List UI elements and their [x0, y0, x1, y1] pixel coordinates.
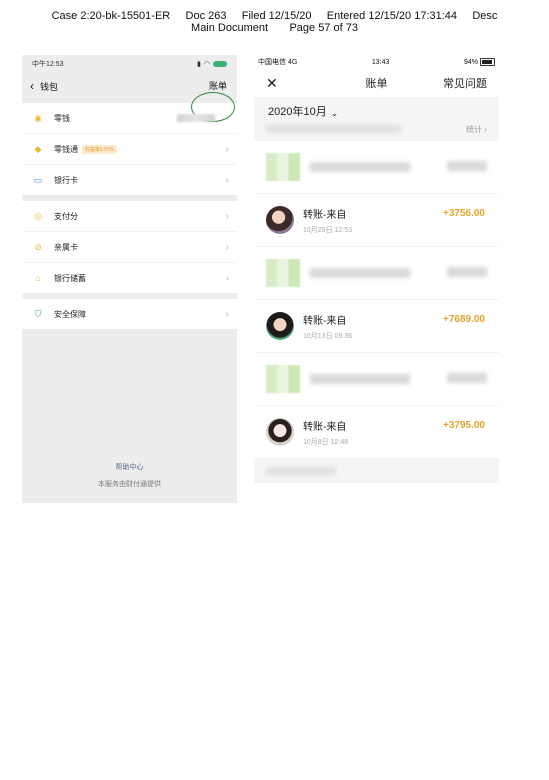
redacted-month-footer [254, 459, 499, 483]
wallet-item-lqt[interactable]: ◆ 零钱通 收益率1.97% › [22, 134, 237, 165]
wallet-item-bank-savings[interactable]: ⌂ 银行储蓄 › [22, 263, 237, 293]
wallet-item-label: 安全保障 [54, 309, 86, 319]
transaction-title: 转账-来自 [303, 315, 347, 327]
redacted-transaction [254, 247, 499, 300]
chevron-down-icon: ⌄ [330, 108, 339, 118]
transaction-date: 10月8日 12:48 [303, 438, 349, 446]
help-center-link[interactable]: 帮助中心 [22, 462, 237, 472]
faq-button[interactable]: 常见问题 [443, 75, 487, 91]
status-icons: ▮ ◠ [197, 60, 227, 68]
wallet-item-label: 银行卡 [54, 175, 78, 185]
service-note: 本服务由财付通提供 [98, 481, 161, 488]
transaction-row[interactable]: 转账-来自 10月13日 09:36 +7689.00 [254, 300, 499, 353]
redacted-text [310, 162, 410, 172]
yield-badge: 收益率1.97% [82, 144, 118, 154]
wallet-item-change[interactable]: ◉ 零钱 › [22, 103, 237, 134]
bill-screenshot: 中国电信 4G 13:43 94% ✕ 账单 常见问题 2020年10月 ⌄ 统… [254, 55, 499, 493]
bill-button[interactable]: 账单 [209, 79, 227, 92]
transaction-row[interactable]: 转账-来自 10月29日 12:53 +3756.00 [254, 194, 499, 247]
bill-nav-bar: ✕ 账单 常见问题 [254, 69, 499, 97]
chevron-right-icon: › [225, 308, 229, 320]
close-icon[interactable]: ✕ [266, 75, 278, 92]
wallet-item-label: 零钱通 [54, 144, 78, 154]
battery-status: 94% [464, 58, 495, 66]
wallet-item-family-card[interactable]: ⊘ 亲属卡 › [22, 232, 237, 263]
shield-icon: ⛉ [34, 308, 42, 319]
wallet-screenshot: 中午12:53 ▮ ◠ ‹ 钱包 账单 ◉ 零钱 › ◆ 零钱通 收益率1.97… [22, 55, 237, 503]
wallet-item-pay-score[interactable]: ◎ 支付分 › [22, 201, 237, 232]
month-selector[interactable]: 2020年10月 ⌄ [254, 97, 499, 119]
chevron-right-icon: › [225, 174, 229, 186]
signal-icon: ▮ [197, 61, 201, 68]
wallet-item-label: 零钱 [54, 113, 70, 123]
stats-link[interactable]: 统计 › [466, 124, 487, 135]
transaction-info: 转账-来自 10月29日 12:53 [303, 206, 352, 235]
case-header-line1: Case 2:20-bk-15501-ER Doc 263 Filed 12/1… [51, 10, 498, 22]
redacted-amount [447, 267, 487, 277]
redacted-text [266, 467, 336, 475]
status-bar: 中国电信 4G 13:43 94% [254, 55, 499, 69]
redacted-text [310, 374, 410, 384]
transaction-title: 转账-来自 [303, 209, 347, 221]
avatar [266, 206, 294, 234]
transaction-info: 转账-来自 10月8日 12:48 [303, 418, 348, 447]
battery-icon [213, 61, 227, 67]
avatar [266, 312, 294, 340]
wallet-item-security[interactable]: ⛉ 安全保障 › [22, 299, 237, 329]
wifi-icon: ◠ [203, 61, 210, 68]
chevron-right-icon: › [225, 241, 229, 253]
wallet-item-label: 银行储蓄 [54, 273, 86, 283]
wallet-footer: 帮助中心 本服务由财付通提供 [22, 462, 237, 489]
redacted-avatar [266, 259, 300, 287]
month-summary: 统计 › [254, 119, 499, 141]
redacted-amount [447, 161, 487, 171]
coin-icon: ◉ [34, 112, 42, 123]
wallet-nav-bar: ‹ 钱包 账单 [22, 73, 237, 122]
bank-icon: ⌂ [35, 273, 41, 283]
diamond-icon: ◆ [34, 143, 42, 154]
back-icon[interactable]: ‹ [30, 79, 34, 93]
transaction-row[interactable]: 转账-来自 10月8日 12:48 +3795.00 [254, 406, 499, 459]
transaction-info: 转账-来自 10月13日 09:36 [303, 312, 352, 341]
family-card-icon: ⊘ [34, 241, 42, 252]
status-time: 13:43 [371, 58, 390, 66]
redacted-avatar [266, 365, 300, 393]
transaction-date: 10月29日 12:53 [303, 226, 353, 234]
chevron-right-icon: › [225, 143, 229, 155]
month-label: 2020年10月 [268, 106, 327, 118]
wallet-item-label: 支付分 [54, 211, 78, 221]
redacted-text [310, 268, 410, 278]
card-icon: ▭ [33, 174, 43, 185]
redacted-transaction [254, 141, 499, 194]
status-time: 中午12:53 [32, 61, 64, 68]
wallet-item-label: 亲属卡 [54, 242, 78, 252]
redacted-avatar [266, 153, 300, 181]
chevron-right-icon: › [225, 210, 229, 222]
wallet-title: 钱包 [40, 81, 59, 92]
wallet-item-bank-card[interactable]: ▭ 银行卡 › [22, 165, 237, 195]
case-header-line2: Main Document Page 57 of 73 [191, 22, 358, 34]
transaction-amount: +7689.00 [443, 314, 485, 325]
bill-title: 账单 [365, 78, 388, 90]
transaction-title: 转账-来自 [303, 421, 347, 433]
redacted-balance [177, 114, 215, 122]
redacted-transaction [254, 353, 499, 406]
status-bar: 中午12:53 ▮ ◠ [22, 55, 237, 73]
transaction-amount: +3756.00 [443, 208, 485, 219]
chevron-right-icon: › [225, 272, 229, 284]
redacted-summary [266, 125, 401, 133]
chevron-right-icon: › [225, 112, 229, 124]
avatar [266, 418, 294, 446]
carrier-label: 中国电信 4G [258, 59, 298, 66]
battery-icon [479, 58, 495, 66]
wallet-group-1: ◉ 零钱 › ◆ 零钱通 收益率1.97% › ▭ 银行卡 › [22, 103, 237, 195]
wallet-group-3: ⛉ 安全保障 › [22, 299, 237, 329]
transaction-amount: +3795.00 [443, 420, 485, 431]
wallet-group-2: ◎ 支付分 › ⊘ 亲属卡 › ⌂ 银行储蓄 › [22, 201, 237, 293]
transaction-date: 10月13日 09:36 [303, 332, 353, 340]
score-icon: ◎ [34, 210, 42, 221]
redacted-amount [447, 373, 487, 383]
